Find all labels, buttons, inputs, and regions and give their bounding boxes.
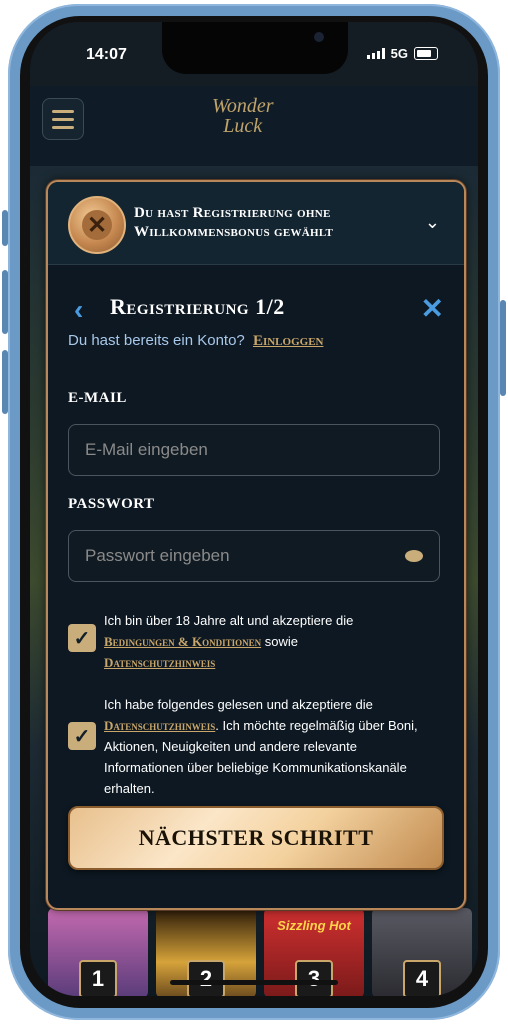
- game-rank: 3: [295, 960, 333, 996]
- site-header: Wonder Luck: [30, 86, 478, 166]
- back-arrow-icon[interactable]: ‹: [74, 294, 83, 326]
- next-step-button[interactable]: NÄCHSTER SCHRITT: [68, 806, 444, 870]
- camera-icon: [314, 32, 324, 42]
- phone-side-button: [2, 210, 8, 246]
- phone-side-button: [2, 350, 8, 414]
- game-rank: 2: [187, 960, 225, 996]
- login-link[interactable]: Einloggen: [253, 333, 324, 349]
- battery-icon: [414, 47, 438, 60]
- game-rank: 1: [79, 960, 117, 996]
- password-field[interactable]: Passwort eingeben: [68, 530, 440, 582]
- age-terms-text-before: Ich bin über 18 Jahre alt und akzeptiere…: [104, 613, 354, 628]
- logo-line2: Luck: [223, 115, 263, 137]
- email-field[interactable]: E-Mail eingeben: [68, 424, 440, 476]
- home-indicator: [170, 980, 338, 985]
- close-icon[interactable]: ✕: [421, 292, 444, 325]
- marketing-text: Ich habe folgendes gelesen und akzeptier…: [104, 694, 440, 799]
- password-label: PASSWORT: [68, 496, 155, 512]
- signal-icon: [366, 48, 385, 59]
- game-rank: 4: [403, 960, 441, 996]
- have-account-line: Du hast bereits ein Konto? Einloggen: [68, 332, 323, 350]
- game-title: Sizzling Hot: [277, 918, 351, 933]
- network-label: 5G: [390, 46, 408, 61]
- age-terms-text: Ich bin über 18 Jahre alt und akzeptiere…: [104, 610, 440, 673]
- password-placeholder: Passwort eingeben: [85, 546, 230, 565]
- marketing-checkbox[interactable]: ✓: [68, 722, 96, 750]
- privacy-link[interactable]: Datenschutzhinweis: [104, 655, 215, 670]
- marketing-text-before: Ich habe folgendes gelesen und akzeptier…: [104, 697, 373, 712]
- notch: [162, 22, 348, 74]
- terms-link[interactable]: Bedingungen & Konditionen: [104, 634, 261, 649]
- eye-icon[interactable]: [405, 550, 423, 562]
- status-bar: 14:07 5G: [30, 22, 478, 86]
- bonus-banner[interactable]: ✕ Du hast Registrierung ohne Willkommens…: [48, 182, 464, 265]
- phone-side-button: [500, 300, 506, 396]
- x-coin-icon: ✕: [68, 196, 126, 254]
- site-logo[interactable]: Wonder Luck: [212, 96, 273, 136]
- have-account-text: Du hast bereits ein Konto?: [68, 332, 245, 349]
- chevron-down-icon[interactable]: ⌄: [425, 212, 440, 233]
- status-time: 14:07: [86, 46, 127, 63]
- game-tile[interactable]: 4: [372, 908, 472, 996]
- game-tile[interactable]: 1: [48, 908, 148, 996]
- registration-modal: ✕ Du hast Registrierung ohne Willkommens…: [46, 180, 466, 910]
- email-label: E-MAIL: [68, 390, 127, 406]
- close-x-glyph: ✕: [82, 210, 112, 240]
- bonus-banner-text: Du hast Registrierung ohne Willkommensbo…: [134, 205, 334, 240]
- age-terms-text-mid: sowie: [264, 634, 299, 649]
- hamburger-menu-button[interactable]: [42, 98, 84, 140]
- status-indicators: 5G: [366, 46, 438, 61]
- phone-side-button: [2, 270, 8, 334]
- logo-line1: Wonder: [212, 95, 274, 117]
- age-terms-checkbox[interactable]: ✓: [68, 624, 96, 652]
- registration-title: Registrierung 1/2: [110, 294, 285, 319]
- email-placeholder: E-Mail eingeben: [85, 440, 208, 459]
- privacy-link[interactable]: Datenschutzhinweis: [104, 718, 215, 733]
- phone-screen: 14:07 5G Wonder Luck 1 2 Sizzling Hot 3 …: [30, 22, 478, 996]
